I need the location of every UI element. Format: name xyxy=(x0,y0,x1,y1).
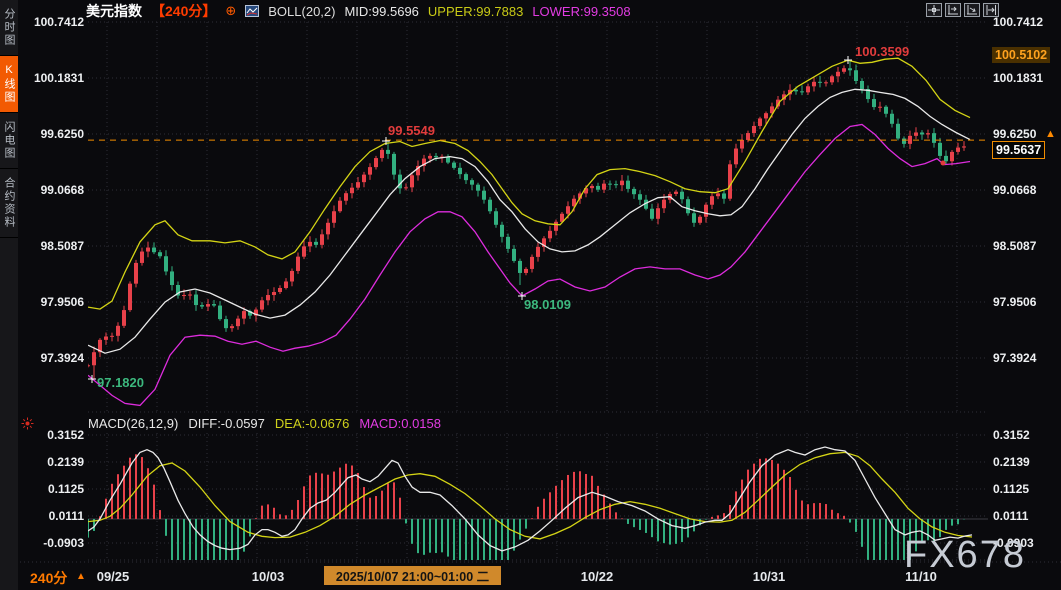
x-axis-date-label: 10/31 xyxy=(753,569,786,584)
axis-tick-label: 0.0111 xyxy=(993,509,1028,523)
trading-app-window: 分时图 K线图 闪电图 合约资料 美元指数 【240分】 ⊕ BOLL(20,2… xyxy=(0,0,1061,590)
macd-name-label: MACD(26,12,9) xyxy=(88,416,178,431)
boll-lower-value: LOWER:99.3508 xyxy=(532,4,630,19)
axis-scale-left-icon[interactable] xyxy=(945,3,961,17)
axis-tick-label: 97.3924 xyxy=(993,351,1036,365)
axis-tick-label: 99.6250 xyxy=(22,127,84,141)
axis-tick-label: 100.1831 xyxy=(993,71,1043,85)
axis-pan-right-icon[interactable] xyxy=(983,3,999,17)
axis-tick-label: 99.0668 xyxy=(22,183,84,197)
axis-tick-label: 100.1831 xyxy=(22,71,84,85)
macd-pane[interactable] xyxy=(88,433,988,560)
axis-tick-label: 97.9506 xyxy=(22,295,84,309)
axis-scale-right-icon[interactable] xyxy=(964,3,980,17)
brand-watermark: FX678 xyxy=(904,534,1026,577)
period-dropdown-icon[interactable]: ▲ xyxy=(76,571,86,582)
axis-tick-label: 98.5087 xyxy=(993,239,1036,253)
sidebar-item-kline[interactable]: K线图 xyxy=(0,56,18,113)
symbol-title: 美元指数 xyxy=(86,1,142,21)
period-label[interactable]: 【240分】 xyxy=(151,1,216,21)
axis-tick-label: 98.5087 xyxy=(22,239,84,253)
axis-tick-label: 99.0668 xyxy=(993,183,1036,197)
sidebar-item-timeshare[interactable]: 分时图 xyxy=(0,0,18,56)
sidebar-item-contract-info[interactable]: 合约资料 xyxy=(0,169,18,238)
axis-tick-label: 100.7412 xyxy=(993,15,1043,29)
last-price-badge: 99.5637 xyxy=(992,141,1045,159)
chart-header: 美元指数 【240分】 ⊕ BOLL(20,2) MID:99.5696 UPP… xyxy=(86,2,631,20)
macd-dea-value: DEA:-0.0676 xyxy=(275,416,349,431)
session-high-badge: 100.5102 xyxy=(992,47,1050,63)
boll-upper-value: UPPER:99.7883 xyxy=(428,4,523,19)
period-selector[interactable]: 240分 xyxy=(30,568,67,588)
x-axis-date-label: 10/03 xyxy=(252,569,285,584)
axis-tick-label: 100.7412 xyxy=(22,15,84,29)
axis-tick-label: 0.1125 xyxy=(22,482,84,496)
macd-header: MACD(26,12,9) DIFF:-0.0597 DEA:-0.0676 M… xyxy=(88,416,441,431)
axis-tick-label: 97.3924 xyxy=(22,351,84,365)
main-chart-pane[interactable] xyxy=(88,22,988,412)
time-axis-bar: 240分 ▲ 2025/10/07 21:00~01:00 二 09/25 10/… xyxy=(0,563,1061,590)
sidebar-item-lightning[interactable]: 闪电图 xyxy=(0,113,18,169)
axis-tick-label: 0.3152 xyxy=(993,428,1030,442)
boll-label: BOLL(20,2) xyxy=(268,4,335,19)
boll-mid-value: MID:99.5696 xyxy=(344,4,418,19)
axis-tick-label: 0.2139 xyxy=(993,455,1030,469)
x-axis-date-label: 10/22 xyxy=(581,569,614,584)
crosshair-icon[interactable] xyxy=(926,3,942,17)
hovered-candle-datetime: 2025/10/07 21:00~01:00 二 xyxy=(324,566,501,585)
axis-tick-label: 0.2139 xyxy=(22,455,84,469)
add-indicator-icon[interactable]: ⊕ xyxy=(225,3,236,19)
axis-tick-label: 99.6250 xyxy=(993,127,1036,141)
x-axis-date-label: 09/25 xyxy=(97,569,130,584)
chart-toolbar xyxy=(926,3,999,17)
axis-tick-label: 0.0111 xyxy=(22,509,84,523)
axis-tick-label: 0.1125 xyxy=(993,482,1029,496)
price-marker-icon[interactable]: ▲ xyxy=(1045,128,1056,140)
axis-tick-label: 97.9506 xyxy=(993,295,1036,309)
chart-type-icon[interactable] xyxy=(245,5,259,17)
indicator-settings-icon[interactable] xyxy=(21,417,34,435)
axis-tick-label: -0.0903 xyxy=(22,536,84,550)
macd-diff-value: DIFF:-0.0597 xyxy=(188,416,265,431)
sidebar: 分时图 K线图 闪电图 合约资料 xyxy=(0,0,18,590)
macd-macd-value: MACD:0.0158 xyxy=(359,416,441,431)
